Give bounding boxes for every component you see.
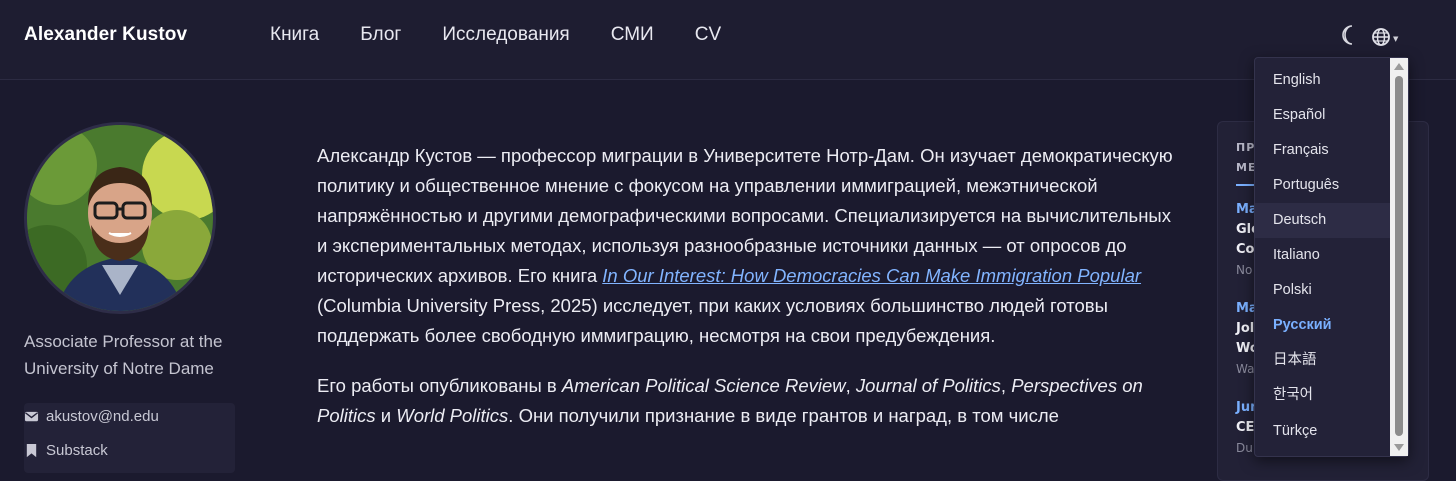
role-line-2: University of Notre Dame xyxy=(24,359,214,378)
book-link[interactable]: In Our Interest: How Democracies Can Mak… xyxy=(602,265,1141,286)
lang-option-korean[interactable]: 한국어 xyxy=(1255,378,1392,413)
lang-option-german[interactable]: Deutsch xyxy=(1255,203,1392,238)
lang-option-russian[interactable]: Русский xyxy=(1255,308,1392,343)
email-link[interactable]: akustov@nd.edu xyxy=(24,408,159,425)
language-dropdown: English Español Français Português Deuts… xyxy=(1254,57,1409,457)
lang-option-portuguese[interactable]: Português xyxy=(1255,168,1392,203)
scroll-thumb[interactable] xyxy=(1395,76,1403,436)
lang-option-polish[interactable]: Polski xyxy=(1255,273,1392,308)
lang-option-french[interactable]: Français xyxy=(1255,133,1392,168)
lang-option-spanish[interactable]: Español xyxy=(1255,98,1392,133)
lang-option-japanese[interactable]: 日本語 xyxy=(1255,343,1392,378)
nav-link-research[interactable]: Исследования xyxy=(442,24,569,46)
news-heading-underline xyxy=(1236,184,1256,186)
envelope-icon xyxy=(24,411,39,422)
globe-icon xyxy=(1372,28,1390,46)
nav-link-blog[interactable]: Блог xyxy=(360,24,401,46)
email-text: akustov@nd.edu xyxy=(46,408,159,425)
top-navbar: Alexander Kustov Книга Блог Исследования… xyxy=(0,0,1456,80)
profile-photo xyxy=(27,125,213,311)
profile-role: Associate Professor at the University of… xyxy=(24,328,244,382)
nav-link-book[interactable]: Книга xyxy=(270,24,319,46)
scroll-up-arrow-icon[interactable] xyxy=(1394,63,1404,70)
nav-link-media[interactable]: СМИ xyxy=(611,24,654,46)
bio-paragraph-2: Его работы опубликованы в American Polit… xyxy=(317,375,1143,426)
dark-mode-toggle[interactable] xyxy=(1340,24,1360,48)
lang-option-english[interactable]: English xyxy=(1255,63,1392,98)
lang-option-turkish[interactable]: Türkçe xyxy=(1255,414,1392,449)
moon-icon xyxy=(1342,25,1353,45)
nav-links: Книга Блог Исследования СМИ CV xyxy=(270,24,762,46)
language-toggle[interactable]: ▼ xyxy=(1371,26,1403,48)
nav-link-cv[interactable]: CV xyxy=(695,24,721,46)
bio-content: Александр Кустов — профессор миграции в … xyxy=(317,141,1177,451)
profile-avatar xyxy=(24,122,216,314)
bio-paragraph-1: Александр Кустов — профессор миграции в … xyxy=(317,145,1173,346)
scroll-down-arrow-icon[interactable] xyxy=(1394,444,1404,451)
role-line-1: Associate Professor at the xyxy=(24,332,223,351)
site-brand[interactable]: Alexander Kustov xyxy=(24,24,187,46)
bookmark-icon xyxy=(26,443,37,458)
chevron-down-icon: ▼ xyxy=(1393,35,1399,43)
substack-text: Substack xyxy=(46,442,108,459)
lang-option-italian[interactable]: Italiano xyxy=(1255,238,1392,273)
dropdown-scrollbar[interactable] xyxy=(1390,58,1408,456)
substack-link[interactable]: Substack xyxy=(24,442,108,459)
